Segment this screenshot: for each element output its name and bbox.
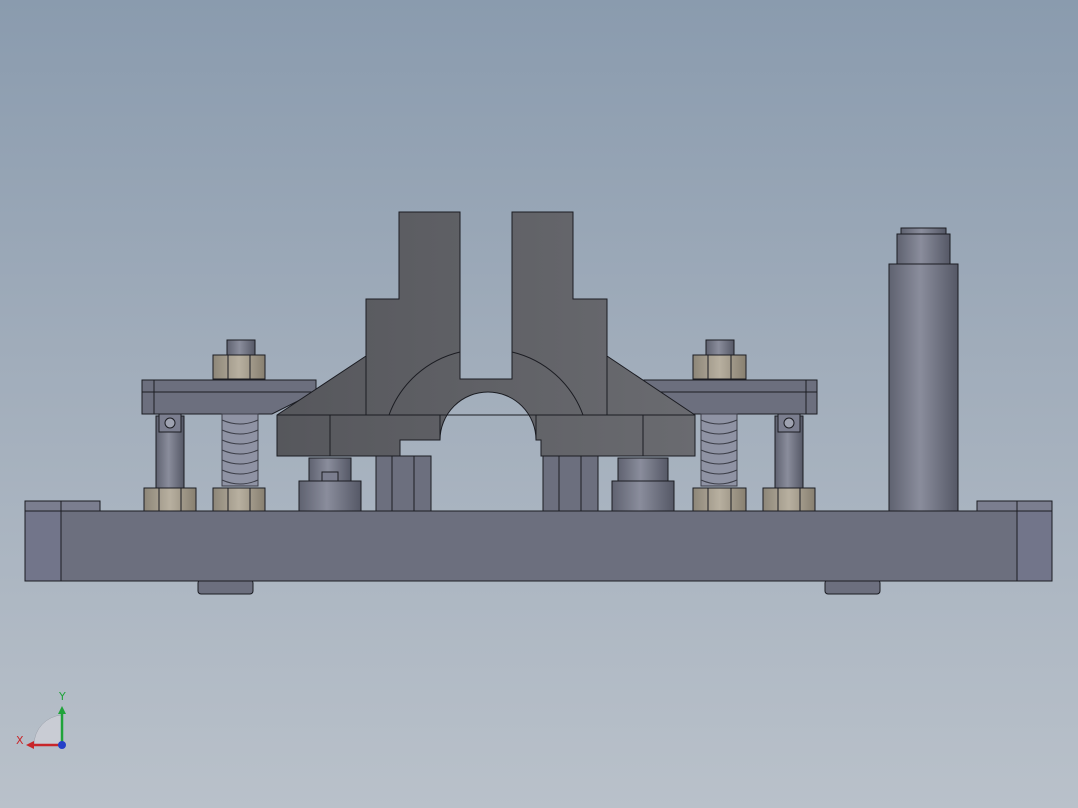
base-foot-left[interactable] [197,579,254,595]
support-blocks[interactable] [375,455,599,512]
nut-bottom-left-outer[interactable] [143,487,197,512]
nut-bottom-right-inner[interactable] [692,487,747,512]
nut-bottom-right-outer[interactable] [762,487,816,512]
cad-viewport[interactable]: X Y [0,0,1078,808]
triad-y-label: Y [58,690,66,703]
triad-xy-plane [33,714,63,746]
nut-top-left[interactable] [212,354,266,380]
spring-right [700,413,738,487]
triad-y-arrow [58,706,66,714]
nut-top-right[interactable] [692,354,747,380]
triad-x-label: X [16,734,24,747]
base-plate[interactable] [24,500,1053,582]
triad-z-axis [58,741,66,749]
nut-bottom-left-inner[interactable] [212,487,266,512]
spring-left [221,413,259,487]
fixture-model[interactable] [24,211,1053,595]
base-foot-right[interactable] [824,579,881,595]
boss-left[interactable] [298,457,362,512]
pipe-clamp-body[interactable] [276,211,696,457]
triad-x-arrow [26,741,34,749]
locating-pin[interactable] [888,227,959,512]
boss-right[interactable] [611,457,675,512]
orientation-triad[interactable]: X Y [16,690,66,749]
